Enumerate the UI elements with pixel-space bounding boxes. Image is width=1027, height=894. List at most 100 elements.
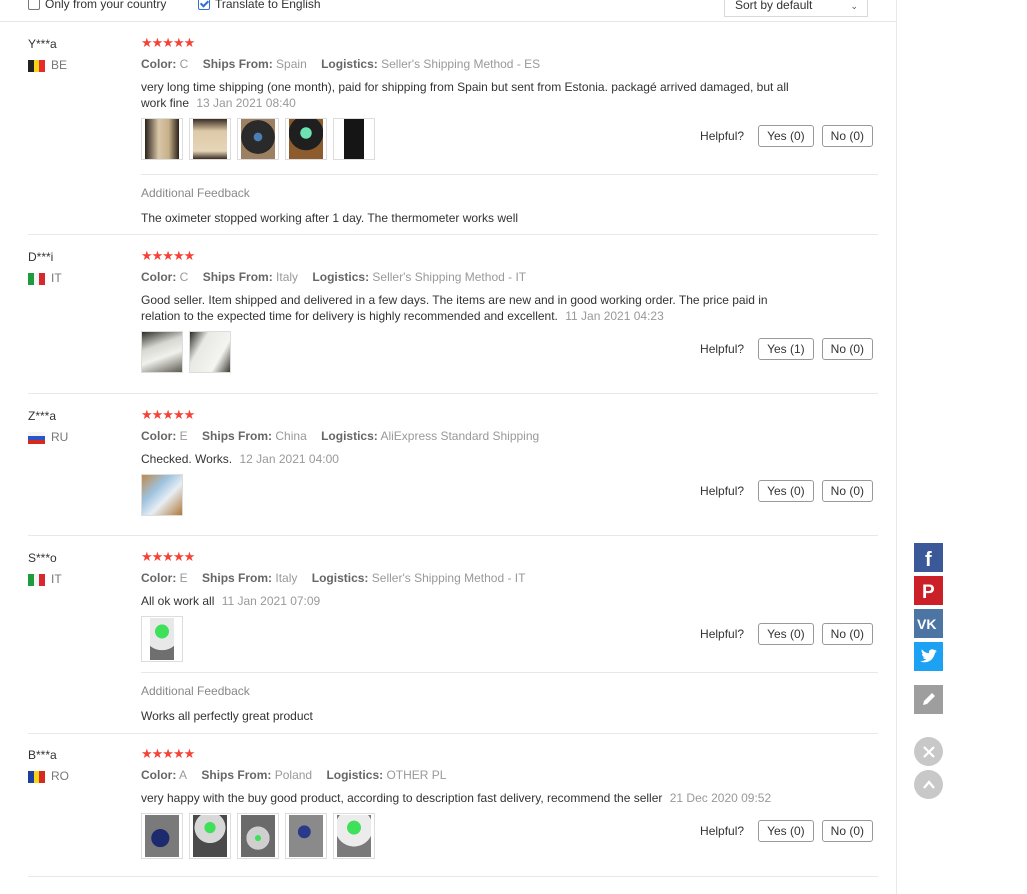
- helpful-label: Helpful?: [700, 342, 745, 356]
- helpful-yes-button[interactable]: Yes (1): [758, 338, 814, 360]
- helpful-controls: Helpful? Yes (0) No (0): [700, 480, 873, 502]
- helpful-no-button[interactable]: No (0): [821, 820, 873, 842]
- ships-from-value: Italy: [276, 270, 299, 284]
- helpful-controls: Helpful? Yes (0) No (0): [700, 623, 873, 645]
- helpful-no-button[interactable]: No (0): [821, 623, 873, 645]
- close-button[interactable]: [914, 737, 943, 766]
- helpful-label: Helpful?: [700, 129, 745, 143]
- reviewer-name: Y***a: [28, 37, 57, 51]
- additional-feedback-text: The oximeter stopped working after 1 day…: [141, 211, 519, 225]
- review-divider: [28, 733, 878, 734]
- review-text: very long time shipping (one month), pai…: [141, 80, 789, 110]
- svg-text:f: f: [925, 549, 932, 571]
- color-value: A: [179, 768, 188, 782]
- sort-select[interactable]: Sort by default ⌄: [724, 0, 868, 17]
- helpful-no-button[interactable]: No (0): [821, 125, 873, 147]
- rating-stars: ★★★★★: [141, 407, 195, 422]
- facebook-icon: f: [914, 543, 943, 572]
- logistics-value: Seller's Shipping Method - ES: [381, 57, 541, 71]
- vk-share-button[interactable]: VK: [914, 609, 943, 638]
- helpful-controls: Helpful? Yes (1) No (0): [700, 338, 873, 360]
- ships-from-value: Spain: [276, 57, 307, 71]
- flag-it-icon: [28, 574, 46, 586]
- review-photos: [141, 474, 183, 516]
- flag-ro-icon: [28, 771, 46, 783]
- reviewer-name: S***o: [28, 551, 57, 565]
- review-divider: [28, 535, 878, 536]
- color-value: E: [179, 429, 188, 443]
- helpful-yes-button[interactable]: Yes (0): [758, 820, 814, 842]
- review-photo[interactable]: [141, 331, 183, 373]
- color-value: C: [179, 270, 189, 284]
- translate-label: Translate to English: [215, 0, 321, 11]
- review-photo[interactable]: [189, 331, 231, 373]
- review-item: S***o IT ★★★★★ Color: E Ships From: Ital…: [28, 549, 878, 731]
- review-photo[interactable]: [237, 813, 279, 859]
- twitter-share-button[interactable]: [914, 642, 943, 671]
- review-divider: [28, 393, 878, 394]
- logistics-value: Seller's Shipping Method - IT: [372, 270, 527, 284]
- review-photo[interactable]: [285, 813, 327, 859]
- pinterest-share-button[interactable]: P: [914, 576, 943, 605]
- review-photo[interactable]: [141, 474, 183, 516]
- rating-stars: ★★★★★: [141, 549, 195, 564]
- review-photo[interactable]: [333, 813, 375, 859]
- review-date: 11 Jan 2021 07:09: [221, 594, 321, 608]
- reviews-panel: Only from your country Translate to Engl…: [0, 0, 897, 894]
- review-text: Checked. Works. 12 Jan 2021 04:00: [141, 452, 339, 466]
- review-photo[interactable]: [189, 813, 231, 859]
- helpful-yes-button[interactable]: Yes (0): [758, 480, 814, 502]
- close-icon: [922, 745, 935, 758]
- helpful-yes-button[interactable]: Yes (0): [758, 623, 814, 645]
- review-meta: Color: E Ships From: China Logistics: Al…: [141, 429, 540, 443]
- only-country-checkbox[interactable]: Only from your country: [28, 0, 166, 11]
- review-text: very happy with the buy good product, ac…: [141, 791, 772, 805]
- additional-feedback-text: Works all perfectly great product: [141, 709, 313, 723]
- review-photo[interactable]: [237, 118, 279, 160]
- review-item: B***a RO ★★★★★ Color: A Ships From: Pola…: [28, 746, 878, 878]
- review-meta: Color: A Ships From: Poland Logistics: O…: [141, 768, 447, 782]
- logistics-value: Seller's Shipping Method - IT: [371, 571, 526, 585]
- review-item: Z***a RU ★★★★★ Color: E Ships From: Chin…: [28, 407, 878, 529]
- reviewer-country: IT: [51, 572, 62, 586]
- additional-feedback-title: Additional Feedback: [141, 684, 250, 698]
- review-photo[interactable]: [285, 118, 327, 160]
- reviewer-name: B***a: [28, 748, 57, 762]
- logistics-value: OTHER PL: [386, 768, 447, 782]
- review-date: 11 Jan 2021 04:23: [565, 309, 664, 323]
- helpful-yes-button[interactable]: Yes (0): [758, 125, 814, 147]
- helpful-label: Helpful?: [700, 484, 745, 498]
- pencil-icon: [914, 685, 943, 714]
- review-date: 21 Dec 2020 09:52: [669, 791, 772, 805]
- reviewer-country: BE: [51, 58, 68, 72]
- flag-ru-icon: [28, 432, 45, 444]
- review-photo[interactable]: [141, 813, 183, 859]
- color-value: E: [179, 571, 188, 585]
- translate-checkbox[interactable]: Translate to English: [198, 0, 321, 11]
- sort-value: Sort by default: [735, 0, 813, 12]
- helpful-no-button[interactable]: No (0): [821, 338, 873, 360]
- checkbox-unchecked-icon[interactable]: [28, 0, 40, 10]
- reviewer-country: IT: [51, 271, 62, 285]
- additional-feedback-title: Additional Feedback: [141, 186, 250, 200]
- review-photo[interactable]: [141, 616, 183, 662]
- review-item: D***i IT ★★★★★ Color: C Ships From: Ital…: [28, 248, 878, 380]
- facebook-share-button[interactable]: f: [914, 543, 943, 572]
- review-photos: [141, 331, 231, 373]
- review-item: Y***a BE ★★★★★ Color: C Ships From: Spai…: [28, 35, 878, 227]
- only-country-label: Only from your country: [45, 0, 167, 11]
- ships-from-value: Italy: [275, 571, 298, 585]
- review-photo[interactable]: [189, 118, 231, 160]
- color-value: C: [179, 57, 189, 71]
- chevron-down-icon: ⌄: [850, 1, 858, 11]
- flag-it-icon: [28, 273, 46, 285]
- helpful-no-button[interactable]: No (0): [821, 480, 873, 502]
- ships-from-value: China: [275, 429, 307, 443]
- scroll-top-button[interactable]: [914, 770, 943, 799]
- review-photo[interactable]: [333, 118, 375, 160]
- review-photo[interactable]: [141, 118, 183, 160]
- edit-button[interactable]: [914, 685, 943, 714]
- review-photos: [141, 813, 375, 859]
- checkbox-checked-icon[interactable]: [198, 0, 210, 10]
- divider: [141, 174, 878, 175]
